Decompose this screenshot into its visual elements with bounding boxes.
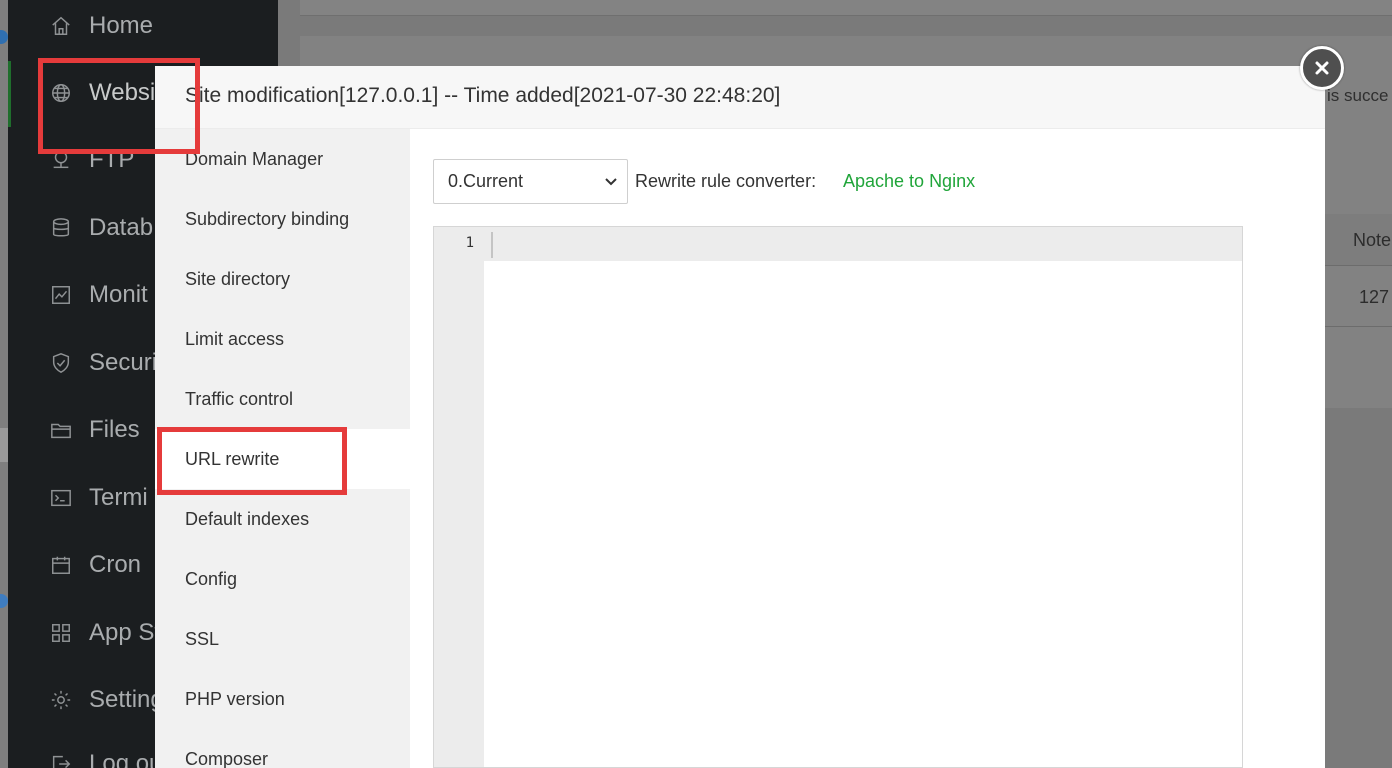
rewrite-converter-label: Rewrite rule converter: (635, 171, 817, 191)
modal-title: Site modification[127.0.0.1] -- Time add… (185, 84, 781, 107)
background-block (0, 428, 8, 462)
left-edge-strip (0, 0, 8, 768)
background-card (300, 0, 1392, 16)
folder-icon (49, 418, 73, 442)
editor-active-line (484, 227, 1242, 261)
menu-item-limit-access[interactable]: Limit access (155, 309, 410, 369)
editor-line-number: 1 (465, 235, 474, 251)
menu-item-php-version[interactable]: PHP version (155, 669, 410, 729)
background-column-note: Note (1353, 230, 1392, 250)
database-icon (49, 216, 73, 240)
menu-item-traffic-control[interactable]: Traffic control (155, 369, 410, 429)
menu-item-subdirectory-binding[interactable]: Subdirectory binding (155, 189, 410, 249)
terminal-icon (49, 486, 73, 510)
close-icon (1315, 61, 1329, 75)
sidebar-item-label: Datab (89, 214, 154, 241)
sidebar-item-label: Home (89, 12, 154, 39)
sidebar-item-label: Cron (89, 551, 142, 578)
menu-item-composer[interactable]: Composer (155, 729, 410, 768)
sidebar-item-label: Termi (89, 484, 148, 511)
sidebar-item-label: Setting (89, 686, 164, 713)
chevron-down-icon (603, 173, 619, 189)
background-status-text: is succe (1327, 86, 1389, 105)
editor-gutter: 1 (434, 227, 484, 767)
modal-header: Site modification[127.0.0.1] -- Time add… (155, 66, 1325, 129)
sidebar-item-label: Files (89, 416, 140, 443)
sidebar-item-label: App St (89, 619, 162, 646)
menu-item-config[interactable]: Config (155, 549, 410, 609)
highlight-url-rewrite-box (157, 427, 347, 495)
modal-close-button[interactable] (1300, 46, 1344, 90)
editor-cursor (491, 232, 493, 258)
rewrite-template-selected: 0.Current (448, 171, 524, 191)
grid-icon (49, 621, 73, 645)
sidebar-item-home[interactable]: Home (8, 6, 278, 46)
gear-icon (49, 688, 73, 712)
home-icon (49, 14, 73, 38)
rewrite-rules-editor[interactable]: 1 (433, 226, 1243, 768)
calendar-icon (49, 553, 73, 577)
menu-item-ssl[interactable]: SSL (155, 609, 410, 669)
highlight-website-box (38, 58, 200, 154)
sidebar-item-label: Log ou (89, 750, 163, 768)
sidebar-item-label: Securi (89, 349, 158, 376)
url-rewrite-panel: 0.Current Rewrite rule converter: Apache… (410, 129, 1325, 768)
background-row-divider (1325, 326, 1392, 327)
site-modification-modal: Site modification[127.0.0.1] -- Time add… (155, 66, 1325, 768)
rewrite-template-select[interactable]: 0.Current (433, 159, 628, 204)
sidebar-item-label: Monit (89, 281, 148, 308)
background-cell-ip: 127 (1359, 287, 1390, 307)
apache-to-nginx-link[interactable]: Apache to Nginx (843, 171, 975, 192)
monitor-icon (49, 283, 73, 307)
menu-item-site-directory[interactable]: Site directory (155, 249, 410, 309)
menu-item-default-indexes[interactable]: Default indexes (155, 489, 410, 549)
logout-icon (49, 752, 73, 768)
shield-icon (49, 351, 73, 375)
